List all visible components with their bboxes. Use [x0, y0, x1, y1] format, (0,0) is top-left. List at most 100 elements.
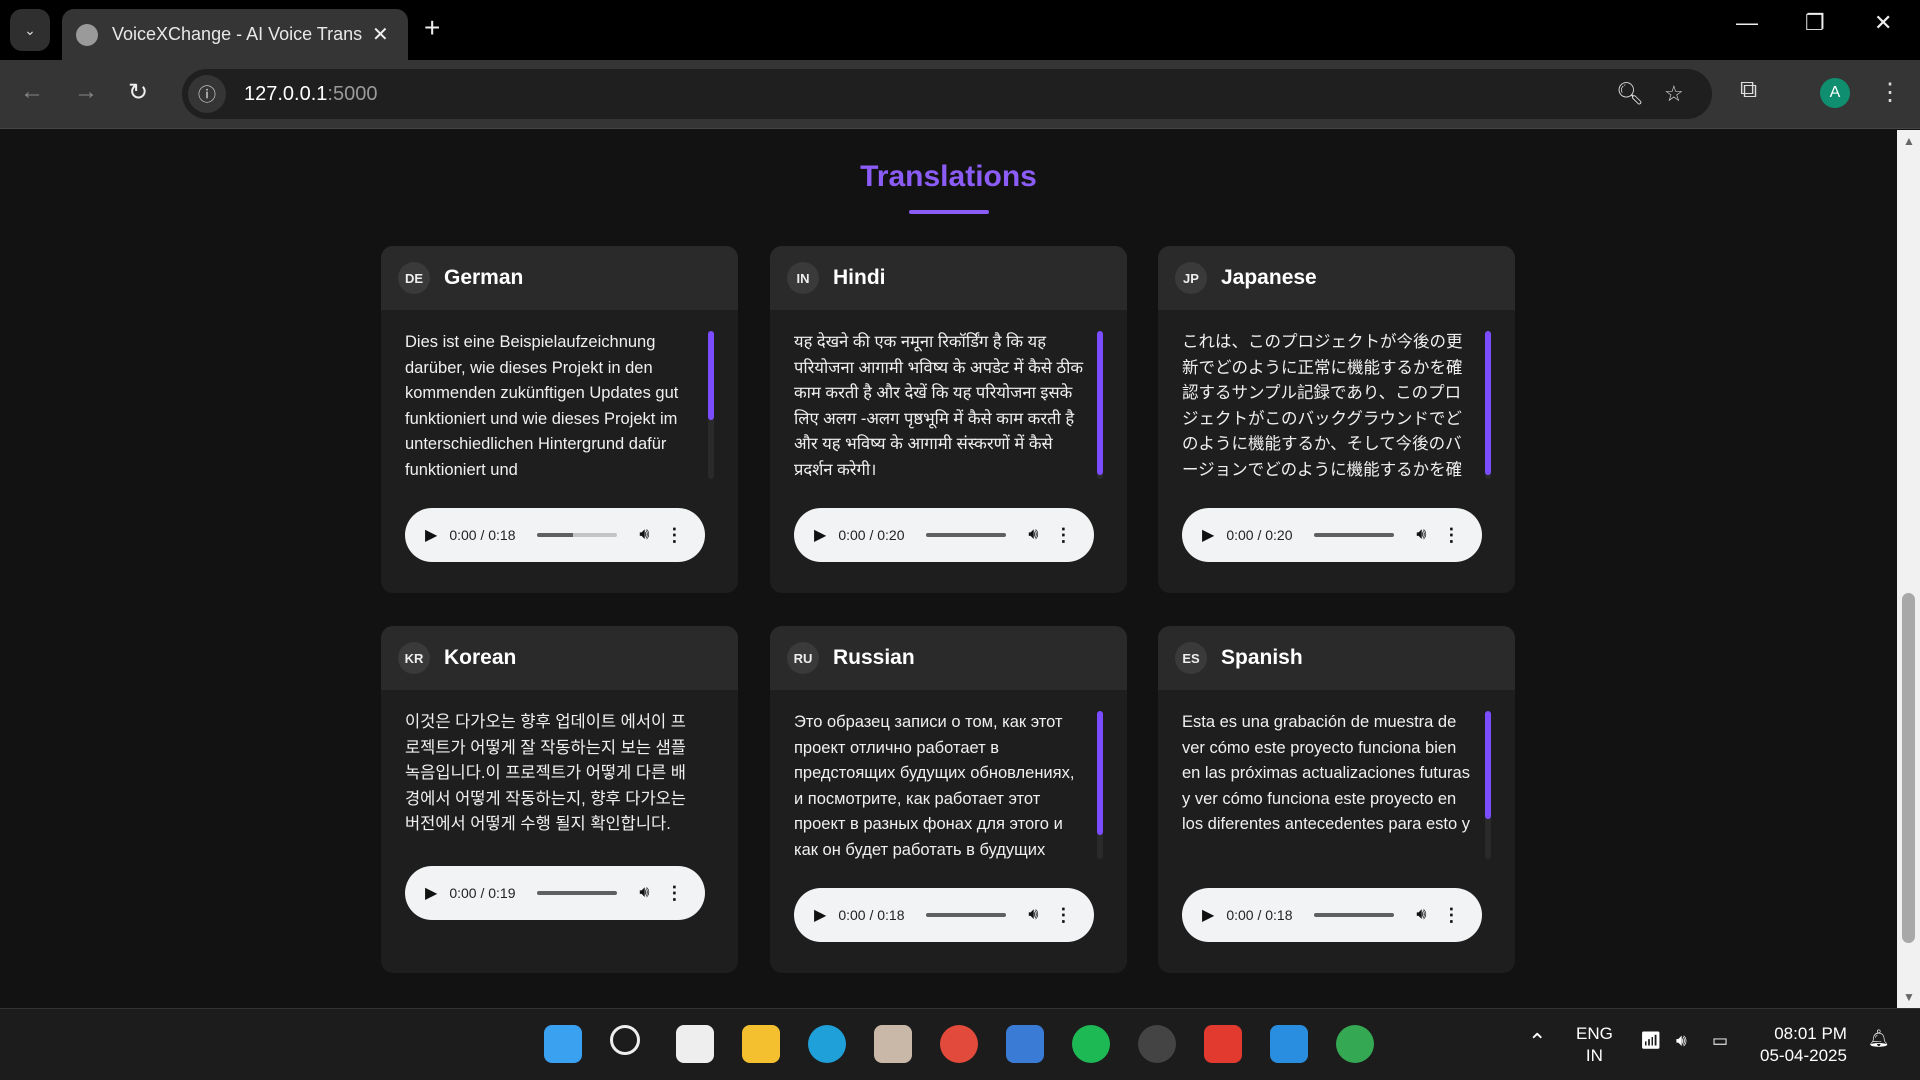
battery-icon[interactable]: ▭ [1712, 1031, 1728, 1051]
play-icon[interactable]: ▶ [1202, 525, 1214, 545]
text-scrollbar-thumb[interactable] [1485, 711, 1491, 819]
text-scrollbar[interactable] [1097, 711, 1103, 859]
active-tab[interactable]: VoiceXChange - AI Voice Translator ✕ [62, 9, 408, 60]
close-window-button[interactable]: ✕ [1874, 10, 1892, 36]
audio-progress-slider[interactable] [1314, 913, 1395, 917]
more-options-icon[interactable]: ⋮ [1442, 525, 1460, 546]
wifi-icon[interactable]: 📶︎ [1640, 1031, 1662, 1051]
translation-text[interactable]: Это образец записи о том, как этот проек… [794, 710, 1084, 862]
extensions-icon[interactable]: ⧉ [1740, 76, 1757, 104]
url-text[interactable]: 127.0.0.1:5000 [244, 83, 377, 106]
volume-icon[interactable]: 🔊︎ [1416, 526, 1426, 544]
translation-card-russian: RU Russian Это образец записи о том, как… [770, 626, 1127, 973]
site-info-icon[interactable]: ⓘ [188, 75, 226, 113]
translation-text[interactable]: 이것은 다가오는 향후 업데이트 에서이 프로젝트가 어떻게 잘 작동하는지 보… [405, 710, 695, 862]
more-options-icon[interactable]: ⋮ [665, 525, 683, 546]
audio-time: 0:00 / 0:18 [449, 527, 516, 543]
translation-text[interactable]: यह देखने की एक नमूना रिकॉर्डिंग है कि यह… [794, 330, 1084, 482]
close-tab-icon[interactable]: ✕ [372, 22, 389, 47]
volume-icon[interactable]: 🔊︎ [1028, 906, 1038, 924]
audio-player[interactable]: ▶ 0:00 / 0:18 🔊︎ ⋮ [405, 508, 705, 562]
language-name: Russian [833, 646, 915, 669]
audio-progress-slider[interactable] [1314, 533, 1395, 537]
play-icon[interactable]: ▶ [425, 525, 437, 545]
language-code-badge: RU [787, 642, 819, 674]
notifications-icon[interactable]: 🔔︎ [1868, 1029, 1890, 1049]
audio-progress-slider[interactable] [926, 913, 1007, 917]
text-scrollbar[interactable] [708, 331, 714, 479]
scroll-up-arrow[interactable]: ▲ [1903, 134, 1915, 148]
spotify-icon[interactable] [1072, 1025, 1110, 1063]
tab-search-button[interactable]: ⌄ [10, 9, 50, 51]
audio-player[interactable]: ▶ 0:00 / 0:19 🔊︎ ⋮ [405, 866, 705, 920]
clock-date: 05-04-2025 [1760, 1046, 1847, 1065]
volume-icon[interactable]: 🔊︎ [1028, 526, 1038, 544]
edge-icon[interactable] [808, 1025, 846, 1063]
wps-icon[interactable] [1204, 1025, 1242, 1063]
language-name: Japanese [1221, 266, 1317, 289]
vscode-icon[interactable] [1270, 1025, 1308, 1063]
bookmark-star-icon[interactable]: ☆ [1664, 81, 1684, 107]
text-scrollbar[interactable] [1485, 711, 1491, 859]
address-bar[interactable]: ⓘ 127.0.0.1:5000 🔍︎ ☆ [182, 69, 1712, 119]
app-icon[interactable] [676, 1025, 714, 1063]
obs-icon[interactable] [1138, 1025, 1176, 1063]
play-icon[interactable]: ▶ [425, 883, 437, 903]
page-scrollbar[interactable]: ▲ ▼ [1897, 130, 1920, 1008]
photo-app-icon[interactable] [874, 1025, 912, 1063]
scrollbar-thumb[interactable] [1902, 593, 1915, 943]
play-icon[interactable]: ▶ [814, 905, 826, 925]
reload-button[interactable]: ↻ [128, 78, 148, 107]
file-explorer-icon[interactable] [742, 1025, 780, 1063]
audio-progress-slider[interactable] [537, 533, 618, 537]
language-code-badge: ES [1175, 642, 1207, 674]
search-icon[interactable] [610, 1025, 640, 1055]
more-options-icon[interactable]: ⋮ [1054, 525, 1072, 546]
new-tab-button[interactable]: + [424, 12, 440, 44]
play-icon[interactable]: ▶ [1202, 905, 1214, 925]
audio-time: 0:00 / 0:20 [1226, 527, 1293, 543]
more-options-icon[interactable]: ⋮ [665, 883, 683, 904]
language-indicator[interactable]: ENG IN [1576, 1023, 1613, 1067]
restore-button[interactable]: ❐ [1805, 10, 1825, 36]
browser-toolbar: ← → ↻ ⓘ 127.0.0.1:5000 🔍︎ ☆ ⧉ A ⋮ [0, 60, 1920, 129]
translation-text[interactable]: Esta es una grabación de muestra de ver … [1182, 710, 1472, 862]
audio-player[interactable]: ▶ 0:00 / 0:20 🔊︎ ⋮ [1182, 508, 1482, 562]
store-icon[interactable] [1006, 1025, 1044, 1063]
text-scrollbar[interactable] [1485, 331, 1491, 479]
profile-avatar[interactable]: A [1820, 78, 1850, 108]
volume-icon[interactable]: 🔊︎ [1676, 1031, 1687, 1051]
text-scrollbar-thumb[interactable] [1097, 711, 1103, 835]
volume-icon[interactable]: 🔊︎ [639, 884, 649, 902]
audio-progress-slider[interactable] [926, 533, 1007, 537]
start-icon[interactable] [544, 1025, 582, 1063]
tab-strip: ⌄ VoiceXChange - AI Voice Translator ✕ +… [0, 0, 1920, 60]
clock[interactable]: 08:01 PM 05-04-2025 [1760, 1023, 1847, 1067]
play-icon[interactable]: ▶ [814, 525, 826, 545]
zoom-icon[interactable]: 🔍︎ [1616, 81, 1644, 107]
text-scrollbar-thumb[interactable] [1485, 331, 1491, 475]
more-options-icon[interactable]: ⋮ [1442, 905, 1460, 926]
volume-icon[interactable]: 🔊︎ [1416, 906, 1426, 924]
chrome-profile-icon[interactable] [1336, 1025, 1374, 1063]
menu-kebab-icon[interactable]: ⋮ [1878, 78, 1902, 107]
audio-progress-slider[interactable] [537, 891, 618, 895]
chrome-icon[interactable] [940, 1025, 978, 1063]
audio-player[interactable]: ▶ 0:00 / 0:20 🔊︎ ⋮ [794, 508, 1094, 562]
back-button[interactable]: ← [20, 78, 44, 106]
card-header: JP Japanese [1158, 246, 1515, 310]
forward-button[interactable]: → [74, 78, 98, 106]
text-scrollbar-thumb[interactable] [708, 331, 714, 420]
title-underline [909, 210, 989, 214]
text-scrollbar-thumb[interactable] [1097, 331, 1103, 475]
tray-overflow-icon[interactable]: ⌃ [1528, 1029, 1546, 1055]
audio-player[interactable]: ▶ 0:00 / 0:18 🔊︎ ⋮ [794, 888, 1094, 942]
audio-player[interactable]: ▶ 0:00 / 0:18 🔊︎ ⋮ [1182, 888, 1482, 942]
translation-text[interactable]: Dies ist eine Beispielaufzeichnung darüb… [405, 330, 695, 482]
text-scrollbar[interactable] [1097, 331, 1103, 479]
more-options-icon[interactable]: ⋮ [1054, 905, 1072, 926]
scroll-down-arrow[interactable]: ▼ [1903, 990, 1915, 1004]
volume-icon[interactable]: 🔊︎ [639, 526, 649, 544]
minimize-button[interactable]: — [1736, 10, 1758, 36]
translation-text[interactable]: これは、このプロジェクトが今後の更新でどのように正常に機能するかを確認するサンプ… [1182, 330, 1472, 482]
